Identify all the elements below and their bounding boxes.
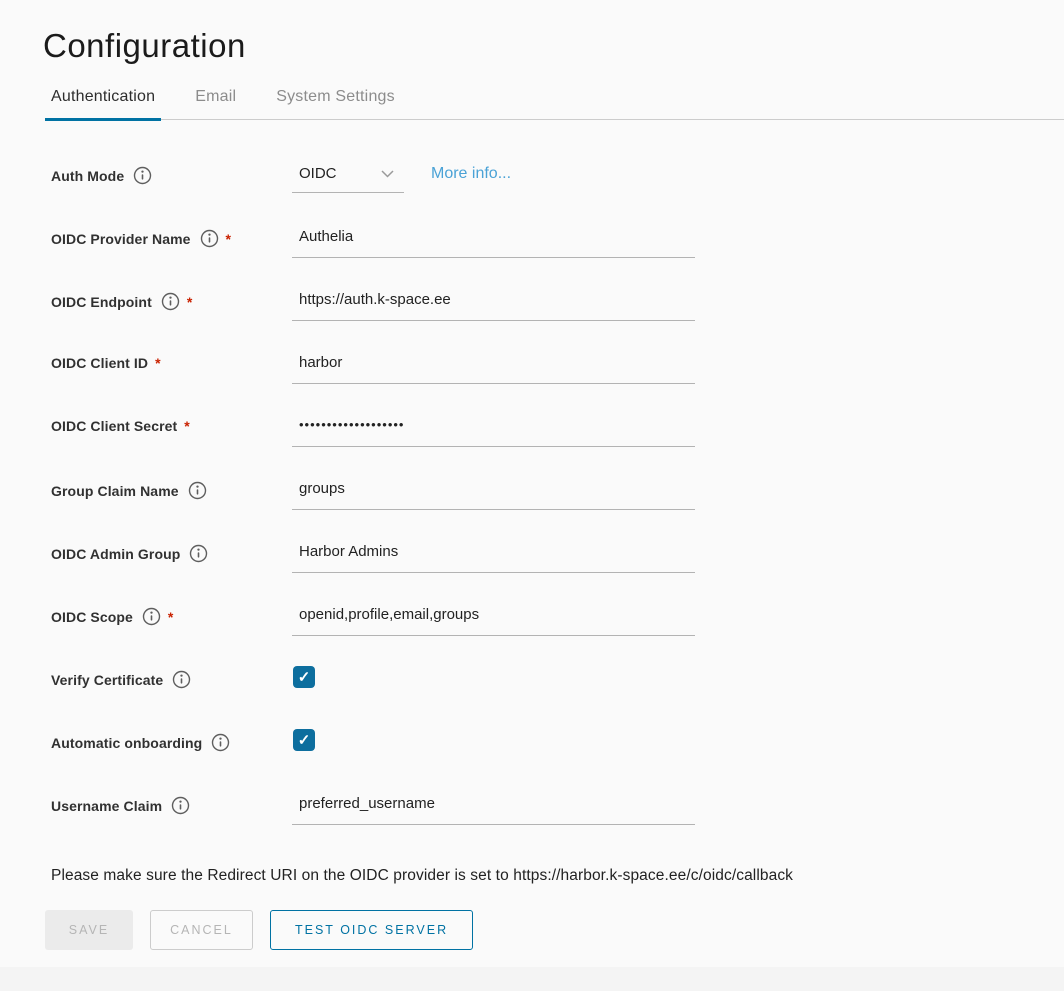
- oidc-client-secret-label: OIDC Client Secret: [51, 418, 177, 434]
- info-icon[interactable]: [133, 166, 152, 185]
- form-row-oidc-scope: OIDC Scope *: [51, 606, 1064, 669]
- info-icon[interactable]: [189, 544, 208, 563]
- oidc-client-secret-input[interactable]: [292, 417, 695, 447]
- oidc-scope-label-cell: OIDC Scope *: [51, 606, 292, 626]
- test-oidc-server-button[interactable]: TEST OIDC SERVER: [270, 910, 473, 950]
- save-button[interactable]: SAVE: [45, 910, 133, 950]
- group-claim-name-label-cell: Group Claim Name: [51, 480, 292, 500]
- automatic-onboarding-label-cell: Automatic onboarding: [51, 732, 292, 752]
- form-row-auth-mode: Auth Mode OIDC More info...: [51, 165, 1064, 228]
- info-icon[interactable]: [172, 670, 191, 689]
- oidc-admin-group-input[interactable]: [292, 543, 695, 573]
- group-claim-name-control: [292, 480, 695, 510]
- tab-bar: Authentication Email System Settings: [45, 88, 1064, 120]
- tab-email[interactable]: Email: [189, 88, 242, 119]
- required-asterisk: *: [184, 418, 189, 434]
- form-row-username-claim: Username Claim: [51, 795, 1064, 858]
- oidc-client-id-label: OIDC Client ID: [51, 355, 148, 371]
- automatic-onboarding-checkbox[interactable]: [293, 729, 315, 751]
- group-claim-name-input[interactable]: [292, 480, 695, 510]
- redirect-uri-note: Please make sure the Redirect URI on the…: [51, 867, 1064, 885]
- form-row-verify-certificate: Verify Certificate: [51, 669, 1064, 732]
- info-icon[interactable]: [200, 229, 219, 248]
- group-claim-name-label: Group Claim Name: [51, 483, 179, 499]
- automatic-onboarding-control: [292, 732, 315, 751]
- oidc-scope-control: [292, 606, 695, 636]
- username-claim-input[interactable]: [292, 795, 695, 825]
- cancel-button[interactable]: CANCEL: [150, 910, 253, 950]
- info-icon[interactable]: [161, 292, 180, 311]
- page-footer: [0, 967, 1064, 991]
- oidc-admin-group-control: [292, 543, 695, 573]
- auth-mode-label: Auth Mode: [51, 168, 124, 184]
- oidc-client-id-input[interactable]: [292, 354, 695, 384]
- auth-mode-control: OIDC More info...: [292, 165, 511, 193]
- auth-mode-select[interactable]: OIDC: [292, 165, 404, 193]
- info-icon[interactable]: [188, 481, 207, 500]
- required-asterisk: *: [226, 231, 231, 247]
- oidc-scope-label: OIDC Scope: [51, 609, 133, 625]
- oidc-endpoint-label: OIDC Endpoint: [51, 294, 152, 310]
- oidc-provider-name-label: OIDC Provider Name: [51, 231, 191, 247]
- oidc-provider-name-input[interactable]: [292, 228, 695, 258]
- automatic-onboarding-label: Automatic onboarding: [51, 735, 202, 751]
- oidc-endpoint-input[interactable]: [292, 291, 695, 321]
- oidc-client-id-label-cell: OIDC Client ID *: [51, 354, 292, 371]
- username-claim-label-cell: Username Claim: [51, 795, 292, 815]
- oidc-client-secret-label-cell: OIDC Client Secret *: [51, 417, 292, 434]
- configuration-page: Configuration Authentication Email Syste…: [0, 26, 1064, 950]
- chevron-down-icon: [381, 170, 394, 178]
- required-asterisk: *: [155, 355, 160, 371]
- verify-certificate-label-cell: Verify Certificate: [51, 669, 292, 689]
- auth-config-form: Auth Mode OIDC More info... OIDC Provide…: [51, 165, 1064, 858]
- form-row-oidc-admin-group: OIDC Admin Group: [51, 543, 1064, 606]
- oidc-client-secret-control: [292, 417, 695, 447]
- tab-system-settings[interactable]: System Settings: [270, 88, 401, 119]
- info-icon[interactable]: [171, 796, 190, 815]
- form-row-oidc-provider-name: OIDC Provider Name *: [51, 228, 1064, 291]
- oidc-admin-group-label: OIDC Admin Group: [51, 546, 180, 562]
- form-row-oidc-client-secret: OIDC Client Secret *: [51, 417, 1064, 480]
- username-claim-control: [292, 795, 695, 825]
- form-row-oidc-client-id: OIDC Client ID *: [51, 354, 1064, 417]
- more-info-link[interactable]: More info...: [431, 165, 511, 183]
- verify-certificate-checkbox[interactable]: [293, 666, 315, 688]
- username-claim-label: Username Claim: [51, 798, 162, 814]
- required-asterisk: *: [168, 609, 173, 625]
- oidc-endpoint-control: [292, 291, 695, 321]
- verify-certificate-label: Verify Certificate: [51, 672, 163, 688]
- oidc-client-id-control: [292, 354, 695, 384]
- auth-mode-value: OIDC: [299, 165, 337, 182]
- required-asterisk: *: [187, 294, 192, 310]
- oidc-scope-input[interactable]: [292, 606, 695, 636]
- oidc-admin-group-label-cell: OIDC Admin Group: [51, 543, 292, 563]
- action-buttons: SAVE CANCEL TEST OIDC SERVER: [45, 910, 1064, 950]
- verify-certificate-control: [292, 669, 315, 688]
- oidc-provider-name-label-cell: OIDC Provider Name *: [51, 228, 292, 248]
- form-row-oidc-endpoint: OIDC Endpoint *: [51, 291, 1064, 354]
- oidc-endpoint-label-cell: OIDC Endpoint *: [51, 291, 292, 311]
- tab-authentication[interactable]: Authentication: [45, 88, 161, 119]
- oidc-provider-name-control: [292, 228, 695, 258]
- page-title: Configuration: [43, 26, 1064, 66]
- info-icon[interactable]: [211, 733, 230, 752]
- form-row-automatic-onboarding: Automatic onboarding: [51, 732, 1064, 795]
- auth-mode-label-cell: Auth Mode: [51, 165, 292, 185]
- form-row-group-claim-name: Group Claim Name: [51, 480, 1064, 543]
- info-icon[interactable]: [142, 607, 161, 626]
